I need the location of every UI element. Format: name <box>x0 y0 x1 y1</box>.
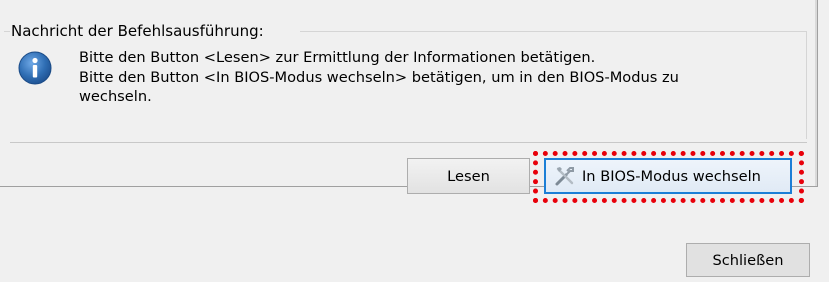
separator <box>10 142 807 143</box>
message-line-2: Bitte den Button <In BIOS-Modus wechseln… <box>79 68 679 86</box>
bios-mode-button[interactable]: In BIOS-Modus wechseln <box>544 158 792 194</box>
group-title: Nachricht der Befehlsausführung: <box>11 22 264 40</box>
info-icon <box>18 51 52 85</box>
message-line-3: wechseln. <box>79 88 152 105</box>
tools-icon <box>555 167 574 186</box>
message-text: Bitte den Button <Lesen> zur Ermittlung … <box>79 48 779 107</box>
group-border-left <box>4 31 10 32</box>
message-line-1: Bitte den Button <Lesen> zur Ermittlung … <box>79 49 596 66</box>
panel-right-edge <box>815 0 817 186</box>
group-border-top <box>300 31 806 32</box>
close-button[interactable]: Schließen <box>686 243 810 277</box>
bios-mode-button-label: In BIOS-Modus wechseln <box>582 167 761 185</box>
read-button[interactable]: Lesen <box>407 158 530 194</box>
group-border-right <box>806 31 807 139</box>
